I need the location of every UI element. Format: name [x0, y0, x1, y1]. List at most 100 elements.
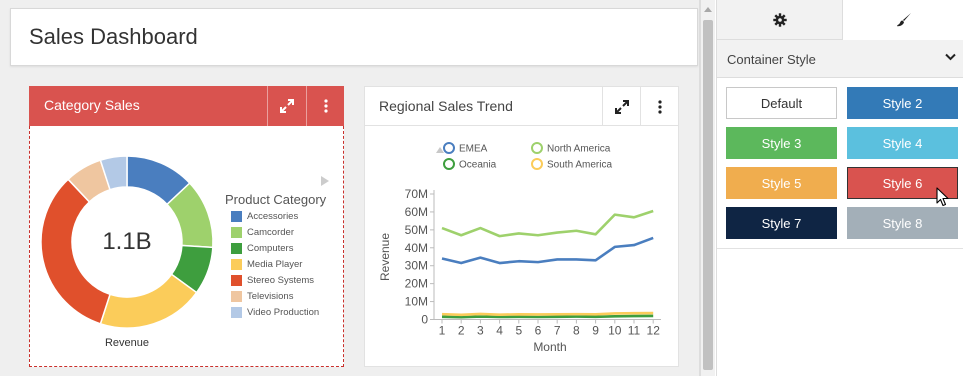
legend-swatch — [231, 274, 242, 286]
legend-label: Camcorder — [247, 226, 294, 238]
donut-center-value: 1.1B — [102, 228, 152, 255]
tab-style[interactable] — [843, 0, 963, 40]
legend-label: Media Player — [247, 258, 303, 270]
x-tick-label: 10 — [608, 324, 622, 338]
mouse-cursor-icon — [936, 187, 949, 207]
legend-swatch — [231, 226, 242, 238]
y-tick-label: 0 — [421, 313, 428, 327]
more-options-button[interactable] — [640, 87, 678, 126]
legend-label: Video Production — [247, 306, 320, 318]
y-tick-label: 10M — [405, 295, 428, 309]
chevron-down-icon — [945, 53, 956, 61]
x-tick-label: 12 — [647, 324, 661, 338]
style-button-style-8[interactable]: Style 8 — [847, 207, 958, 239]
more-vertical-icon — [657, 99, 662, 114]
expand-icon — [614, 99, 629, 114]
tab-settings[interactable] — [717, 0, 843, 40]
more-vertical-icon — [323, 99, 328, 113]
y-tick-label: 70M — [405, 187, 428, 201]
legend-item[interactable]: Televisions — [231, 290, 293, 302]
style-button-label: Style 6 — [882, 175, 923, 191]
series-line-oceania[interactable] — [441, 314, 654, 319]
style-button-style-4[interactable]: Style 4 — [847, 127, 958, 159]
legend-label: Accessories — [247, 210, 299, 222]
style-button-style-5[interactable]: Style 5 — [726, 167, 837, 199]
legend-swatch — [231, 306, 242, 318]
y-tick-label: 30M — [405, 259, 428, 273]
legend-item[interactable]: Accessories — [231, 210, 298, 222]
donut-caption: Revenue — [104, 337, 150, 349]
series-line-north-america[interactable] — [441, 209, 654, 238]
card-title: Category Sales — [44, 97, 140, 113]
style-button-style-2[interactable]: Style 2 — [847, 87, 958, 119]
x-tick-label: 7 — [554, 324, 561, 338]
dashboard-header: Sales Dashboard — [10, 8, 698, 66]
x-tick-label: 1 — [439, 324, 446, 338]
app-root: Sales Dashboard Category Sales 1.1B Reve… — [0, 0, 963, 376]
scroll-thumb[interactable] — [703, 20, 713, 370]
style-button-label: Style 8 — [882, 215, 923, 231]
legend-item[interactable]: Media Player — [231, 258, 302, 270]
container-style-section-header[interactable]: Container Style — [717, 40, 963, 78]
legend-label: Computers — [247, 242, 294, 254]
legend-swatch — [231, 258, 242, 270]
legend-item[interactable]: Computers — [231, 242, 293, 254]
paintbrush-icon — [896, 13, 911, 27]
x-axis-title: Month — [533, 340, 566, 354]
x-tick-label: 2 — [458, 324, 465, 338]
scroll-up-arrow[interactable] — [704, 7, 712, 12]
y-axis-title: Revenue — [378, 233, 392, 281]
y-tick-label: 50M — [405, 223, 428, 237]
series-line-south-america[interactable] — [441, 311, 654, 317]
legend-label[interactable]: North America — [547, 144, 611, 155]
line-chart: EMEA North America Oceania South America 0 10… — [378, 142, 661, 354]
x-tick-label: 8 — [573, 324, 580, 338]
legend-marker — [531, 158, 543, 170]
category-sales-card[interactable]: Category Sales 1.1B Revenue Product Cate… — [29, 86, 344, 367]
style-button-label: Style 2 — [882, 95, 923, 111]
series-line-emea[interactable] — [441, 236, 654, 265]
divider — [717, 248, 963, 249]
legend-item[interactable]: Camcorder — [231, 226, 294, 238]
legend-swatch — [231, 242, 242, 254]
page-title: Sales Dashboard — [29, 24, 198, 49]
legend-label[interactable]: Oceania — [459, 160, 497, 171]
legend-swatch — [231, 210, 242, 222]
expand-button[interactable] — [602, 87, 640, 126]
style-button-label: Style 4 — [882, 135, 923, 151]
x-tick-label: 6 — [535, 324, 542, 338]
section-label: Container Style — [727, 52, 816, 67]
legend-label[interactable]: EMEA — [459, 144, 488, 155]
style-button-label: Style 3 — [761, 135, 802, 151]
style-button-label: Style 7 — [761, 215, 802, 231]
style-button-label: Default — [760, 95, 803, 111]
more-options-button[interactable] — [306, 86, 344, 126]
legend-prev-arrow[interactable] — [436, 147, 444, 153]
regional-sales-card[interactable]: Regional Sales Trend EMEA North America Oc… — [364, 86, 679, 367]
y-tick-label: 20M — [405, 277, 428, 291]
legend-label[interactable]: South America — [547, 160, 612, 171]
regional-sales-card-header[interactable]: Regional Sales Trend — [365, 87, 678, 126]
legend-next-arrow[interactable] — [321, 176, 329, 186]
legend-item[interactable]: Stereo Systems — [231, 274, 314, 286]
gear-icon — [772, 12, 787, 27]
panel-tabs — [717, 0, 963, 40]
expand-button[interactable] — [267, 86, 305, 126]
style-button-style-7[interactable]: Style 7 — [726, 207, 837, 239]
x-tick-label: 11 — [628, 324, 641, 338]
card-title: Regional Sales Trend — [379, 98, 513, 114]
legend-marker — [531, 142, 543, 154]
x-tick-label: 9 — [592, 324, 599, 338]
legend-swatch — [231, 290, 242, 302]
category-sales-card-header[interactable]: Category Sales — [29, 86, 344, 126]
style-button-style-3[interactable]: Style 3 — [726, 127, 837, 159]
donut-slice-media-player[interactable] — [99, 273, 198, 329]
legend-item[interactable]: Video Production — [231, 306, 319, 318]
legend-title: Product Category — [225, 192, 327, 207]
legend-marker — [443, 158, 455, 170]
dashboard-canvas: Sales Dashboard Category Sales 1.1B Reve… — [0, 0, 700, 376]
x-tick-label: 3 — [477, 324, 484, 338]
vertical-scrollbar[interactable] — [700, 0, 715, 376]
x-tick-label: 4 — [496, 324, 503, 338]
style-button-default[interactable]: Default — [726, 87, 837, 119]
